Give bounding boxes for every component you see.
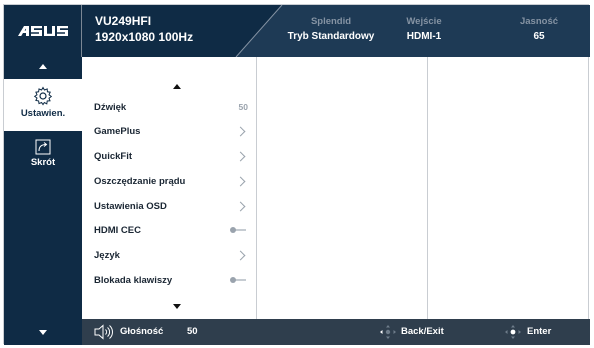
gear-icon bbox=[33, 86, 53, 106]
scroll-down-icon[interactable] bbox=[39, 330, 47, 335]
menu-item-sound[interactable]: Dźwięk 50 bbox=[94, 96, 252, 118]
scroll-up-icon[interactable] bbox=[39, 64, 47, 69]
menu-item-hdmi-cec[interactable]: HDMI CEC bbox=[94, 219, 252, 241]
chevron-right-icon bbox=[235, 176, 246, 186]
osd-footer: Głośność 50 Back/Exit Enter bbox=[4, 319, 590, 345]
menu-item-label: QuickFit bbox=[94, 150, 133, 162]
shortcut-icon bbox=[35, 139, 51, 155]
footer-rail bbox=[4, 319, 82, 345]
chevron-right-icon bbox=[235, 126, 246, 136]
category-sidebar: Ustawien. Skrót bbox=[4, 57, 82, 319]
chevron-right-icon bbox=[235, 151, 246, 161]
osd-menu: VU249HFI 1920x1080 100Hz Splendid Tryb S… bbox=[3, 4, 590, 345]
menu-item-label: Język bbox=[94, 249, 120, 261]
menu-item-osd-settings[interactable]: Ustawienia OSD bbox=[94, 195, 252, 217]
settings-menu: Dźwięk 50 GamePlus QuickFit Oszczędzanie… bbox=[82, 57, 257, 319]
submenu-pane bbox=[257, 57, 428, 319]
volume-label: Głośność bbox=[120, 326, 164, 337]
menu-item-quickfit[interactable]: QuickFit bbox=[94, 145, 252, 167]
chevron-right-icon bbox=[235, 250, 246, 260]
enter-label: Enter bbox=[527, 326, 552, 337]
toggle-switch[interactable] bbox=[230, 277, 246, 283]
menu-item-label: HDMI CEC bbox=[94, 224, 141, 236]
sidebar-item-label: Ustawien. bbox=[20, 108, 66, 119]
status-value: 65 bbox=[533, 31, 545, 42]
menu-item-label: Oszczędzanie prądu bbox=[94, 175, 186, 187]
toggle-switch[interactable] bbox=[230, 227, 246, 233]
model-name: VU249HFI bbox=[95, 14, 152, 28]
menu-item-value: 50 bbox=[238, 102, 248, 112]
scroll-up-icon[interactable] bbox=[173, 84, 181, 89]
joystick-back-icon bbox=[380, 325, 396, 339]
status-input: Wejście HDMI-1 bbox=[394, 16, 454, 42]
menu-item-label: GamePlus bbox=[94, 125, 141, 137]
status-brightness: Jasność 65 bbox=[509, 16, 569, 42]
menu-item-label: Blokada klawiszy bbox=[94, 274, 173, 286]
status-value: HDMI-1 bbox=[406, 31, 442, 42]
menu-item-language[interactable]: Język bbox=[94, 244, 252, 266]
chevron-right-icon bbox=[235, 201, 246, 211]
scroll-down-icon[interactable] bbox=[173, 304, 181, 309]
menu-item-power-saving[interactable]: Oszczędzanie prądu bbox=[94, 170, 252, 192]
model-resolution: 1920x1080 100Hz bbox=[95, 30, 194, 44]
status-label: Jasność bbox=[519, 16, 559, 27]
sidebar-item-settings[interactable]: Ustawien. bbox=[4, 79, 82, 131]
status-label: Wejście bbox=[406, 16, 442, 27]
sidebar-item-label: Skrót bbox=[30, 157, 56, 168]
volume-icon bbox=[94, 324, 113, 340]
asus-logo bbox=[4, 5, 82, 57]
menu-item-label: Dźwięk bbox=[94, 101, 127, 113]
back-exit-label: Back/Exit bbox=[401, 326, 444, 337]
detail-pane bbox=[428, 57, 588, 319]
status-value: Tryb Standardowy bbox=[287, 31, 375, 42]
status-splendid: Splendid Tryb Standardowy bbox=[276, 16, 386, 42]
osd-header: VU249HFI 1920x1080 100Hz Splendid Tryb S… bbox=[4, 5, 590, 57]
joystick-enter-icon bbox=[505, 325, 521, 339]
volume-value: 50 bbox=[187, 326, 198, 337]
menu-item-gameplus[interactable]: GamePlus bbox=[94, 120, 252, 142]
status-label: Splendid bbox=[310, 16, 352, 27]
menu-item-label: Ustawienia OSD bbox=[94, 200, 167, 212]
menu-item-key-lock[interactable]: Blokada klawiszy bbox=[94, 269, 252, 291]
sidebar-item-shortcut[interactable]: Skrót bbox=[4, 139, 82, 179]
